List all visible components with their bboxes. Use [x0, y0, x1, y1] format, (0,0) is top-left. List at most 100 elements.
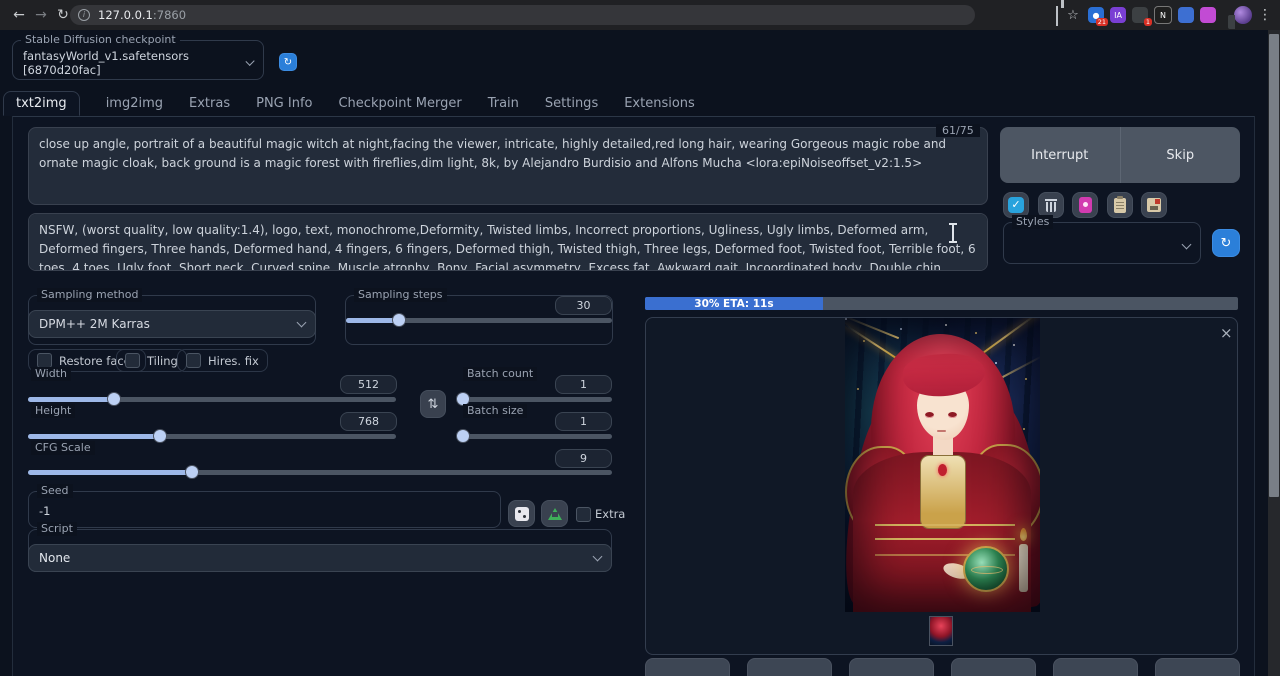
tab-extensions[interactable]: Extensions	[624, 96, 695, 111]
extension-ia-icon[interactable]: IA	[1110, 7, 1126, 23]
hires-fix-checkbox[interactable]: Hires. fix	[177, 349, 268, 372]
gallery-action-button-6[interactable]	[1155, 658, 1240, 676]
styles-dropdown[interactable]	[1004, 229, 1200, 263]
slider-thumb[interactable]	[456, 429, 470, 443]
url-host: 127.0.0.1	[98, 8, 153, 22]
checkbox-icon	[186, 353, 201, 368]
progress-bar: 30% ETA: 11s	[645, 297, 1238, 310]
close-preview-icon[interactable]: ×	[1220, 324, 1233, 342]
clipboard-icon	[1114, 198, 1126, 213]
extra-networks-button[interactable]	[1072, 192, 1098, 218]
slider-thumb[interactable]	[185, 465, 199, 479]
progress-fill: 30% ETA: 11s	[645, 297, 823, 310]
cfg-label: CFG Scale	[31, 441, 95, 455]
swap-icon: ⇅	[428, 397, 439, 412]
sampling-steps-label: Sampling steps	[354, 288, 447, 302]
height-input[interactable]: 768	[340, 412, 397, 431]
tab-checkpoint-merger[interactable]: Checkpoint Merger	[338, 96, 461, 111]
extension-pin-icon[interactable]: ●21	[1088, 7, 1104, 23]
height-label: Height	[31, 404, 75, 418]
token-counter: 61/75	[936, 124, 980, 137]
recycle-icon	[548, 508, 562, 520]
floppy-disk-icon	[1147, 198, 1161, 212]
tab-settings[interactable]: Settings	[545, 96, 598, 111]
gallery-action-button-5[interactable]	[1053, 658, 1138, 676]
gallery-action-button-3[interactable]	[849, 658, 934, 676]
sampling-method-dropdown[interactable]: DPM++ 2M Karras	[28, 310, 316, 338]
gallery-thumbnail[interactable]	[929, 616, 953, 646]
script-dropdown[interactable]: None	[28, 544, 612, 572]
trash-icon	[1045, 199, 1057, 212]
styles-label: Styles	[1012, 215, 1053, 229]
width-label: Width	[31, 367, 71, 381]
site-info-icon[interactable]: i	[78, 9, 90, 21]
extension-pink-icon[interactable]	[1200, 7, 1216, 23]
save-style-button[interactable]	[1141, 192, 1167, 218]
chevron-down-icon	[593, 552, 603, 562]
cfg-group: CFG Scale	[28, 448, 612, 482]
paste-check-icon: ✓	[1008, 197, 1024, 213]
hires-fix-label: Hires. fix	[208, 354, 259, 368]
tab-txt2img[interactable]: txt2img	[3, 91, 80, 116]
gallery-action-button-2[interactable]	[747, 658, 832, 676]
extension-blue-icon[interactable]	[1178, 7, 1194, 23]
batch-size-slider[interactable]	[460, 434, 612, 439]
extra-seed-checkbox[interactable]	[576, 507, 591, 522]
batch-size-input[interactable]: 1	[555, 412, 612, 431]
chevron-down-icon	[1182, 240, 1192, 250]
batch-count-label: Batch count	[463, 367, 537, 381]
tab-img2img[interactable]: img2img	[106, 96, 163, 111]
height-slider[interactable]	[28, 434, 396, 439]
width-input[interactable]: 512	[340, 375, 397, 394]
batch-size-label: Batch size	[463, 404, 527, 418]
interrupt-button[interactable]: Interrupt	[1000, 127, 1120, 183]
gallery-action-button-1[interactable]	[645, 658, 730, 676]
gallery-action-button-4[interactable]	[951, 658, 1036, 676]
tab-train[interactable]: Train	[488, 96, 519, 111]
checkpoint-dropdown[interactable]: fantasyWorld_v1.safetensors [6870d20fac]	[13, 47, 263, 79]
skip-button[interactable]: Skip	[1121, 127, 1241, 183]
sampling-steps-slider[interactable]	[346, 318, 612, 323]
gallery-actions-row	[645, 658, 1240, 676]
tab-png-info[interactable]: PNG Info	[256, 96, 312, 111]
profile-avatar[interactable]	[1234, 6, 1252, 24]
checkbox-icon	[37, 353, 52, 368]
browser-menu-icon[interactable]: ⋮	[1258, 7, 1272, 23]
share-icon[interactable]	[1056, 6, 1058, 25]
bookmark-star-icon[interactable]: ☆	[1064, 8, 1082, 23]
random-seed-button[interactable]	[508, 500, 535, 527]
cfg-input[interactable]: 9	[555, 449, 612, 468]
extension-notion-icon[interactable]: N	[1154, 6, 1172, 24]
flower-card-icon	[1079, 197, 1092, 213]
tab-extras[interactable]: Extras	[189, 96, 230, 111]
page-scrollbar[interactable]	[1268, 30, 1280, 676]
reuse-seed-button[interactable]	[541, 500, 568, 527]
checkpoint-refresh-button[interactable]: ↻	[279, 53, 297, 71]
browser-back-icon[interactable]: ←	[8, 7, 30, 23]
checkpoint-label: Stable Diffusion checkpoint	[21, 33, 180, 47]
negative-prompt-input[interactable]: NSFW, (worst quality, low quality:1.4), …	[28, 213, 988, 271]
url-port: :7860	[153, 8, 186, 22]
batch-count-input[interactable]: 1	[555, 375, 612, 394]
tiling-label: Tiling	[147, 354, 178, 368]
extension-dark-icon[interactable]: 1	[1132, 7, 1148, 23]
browser-forward-icon[interactable]: →	[30, 7, 52, 23]
chevron-down-icon	[297, 318, 307, 328]
generated-image[interactable]	[845, 318, 1040, 612]
styles-group: Styles	[1003, 222, 1201, 264]
scrollbar-thumb[interactable]	[1269, 34, 1279, 497]
styles-refresh-button[interactable]: ↻	[1212, 229, 1240, 257]
seed-input[interactable]: -1	[29, 495, 500, 527]
address-bar[interactable]: i 127.0.0.1 :7860	[70, 5, 975, 25]
cfg-slider[interactable]	[28, 470, 612, 475]
swap-dimensions-button[interactable]: ⇅	[420, 390, 446, 418]
sampling-steps-input[interactable]: 30	[555, 296, 612, 315]
batch-count-slider[interactable]	[460, 397, 612, 402]
sampling-method-value: DPM++ 2M Karras	[39, 317, 150, 331]
prompt-input[interactable]: close up angle, portrait of a beautiful …	[28, 127, 988, 205]
generate-controls: Interrupt Skip	[1000, 127, 1240, 183]
apply-styles-button[interactable]	[1107, 192, 1133, 218]
browser-actions: ☆ ●21 IA 1 N ⋮	[1056, 0, 1272, 30]
width-slider[interactable]	[28, 397, 396, 402]
checkpoint-group: Stable Diffusion checkpoint fantasyWorld…	[12, 40, 264, 80]
